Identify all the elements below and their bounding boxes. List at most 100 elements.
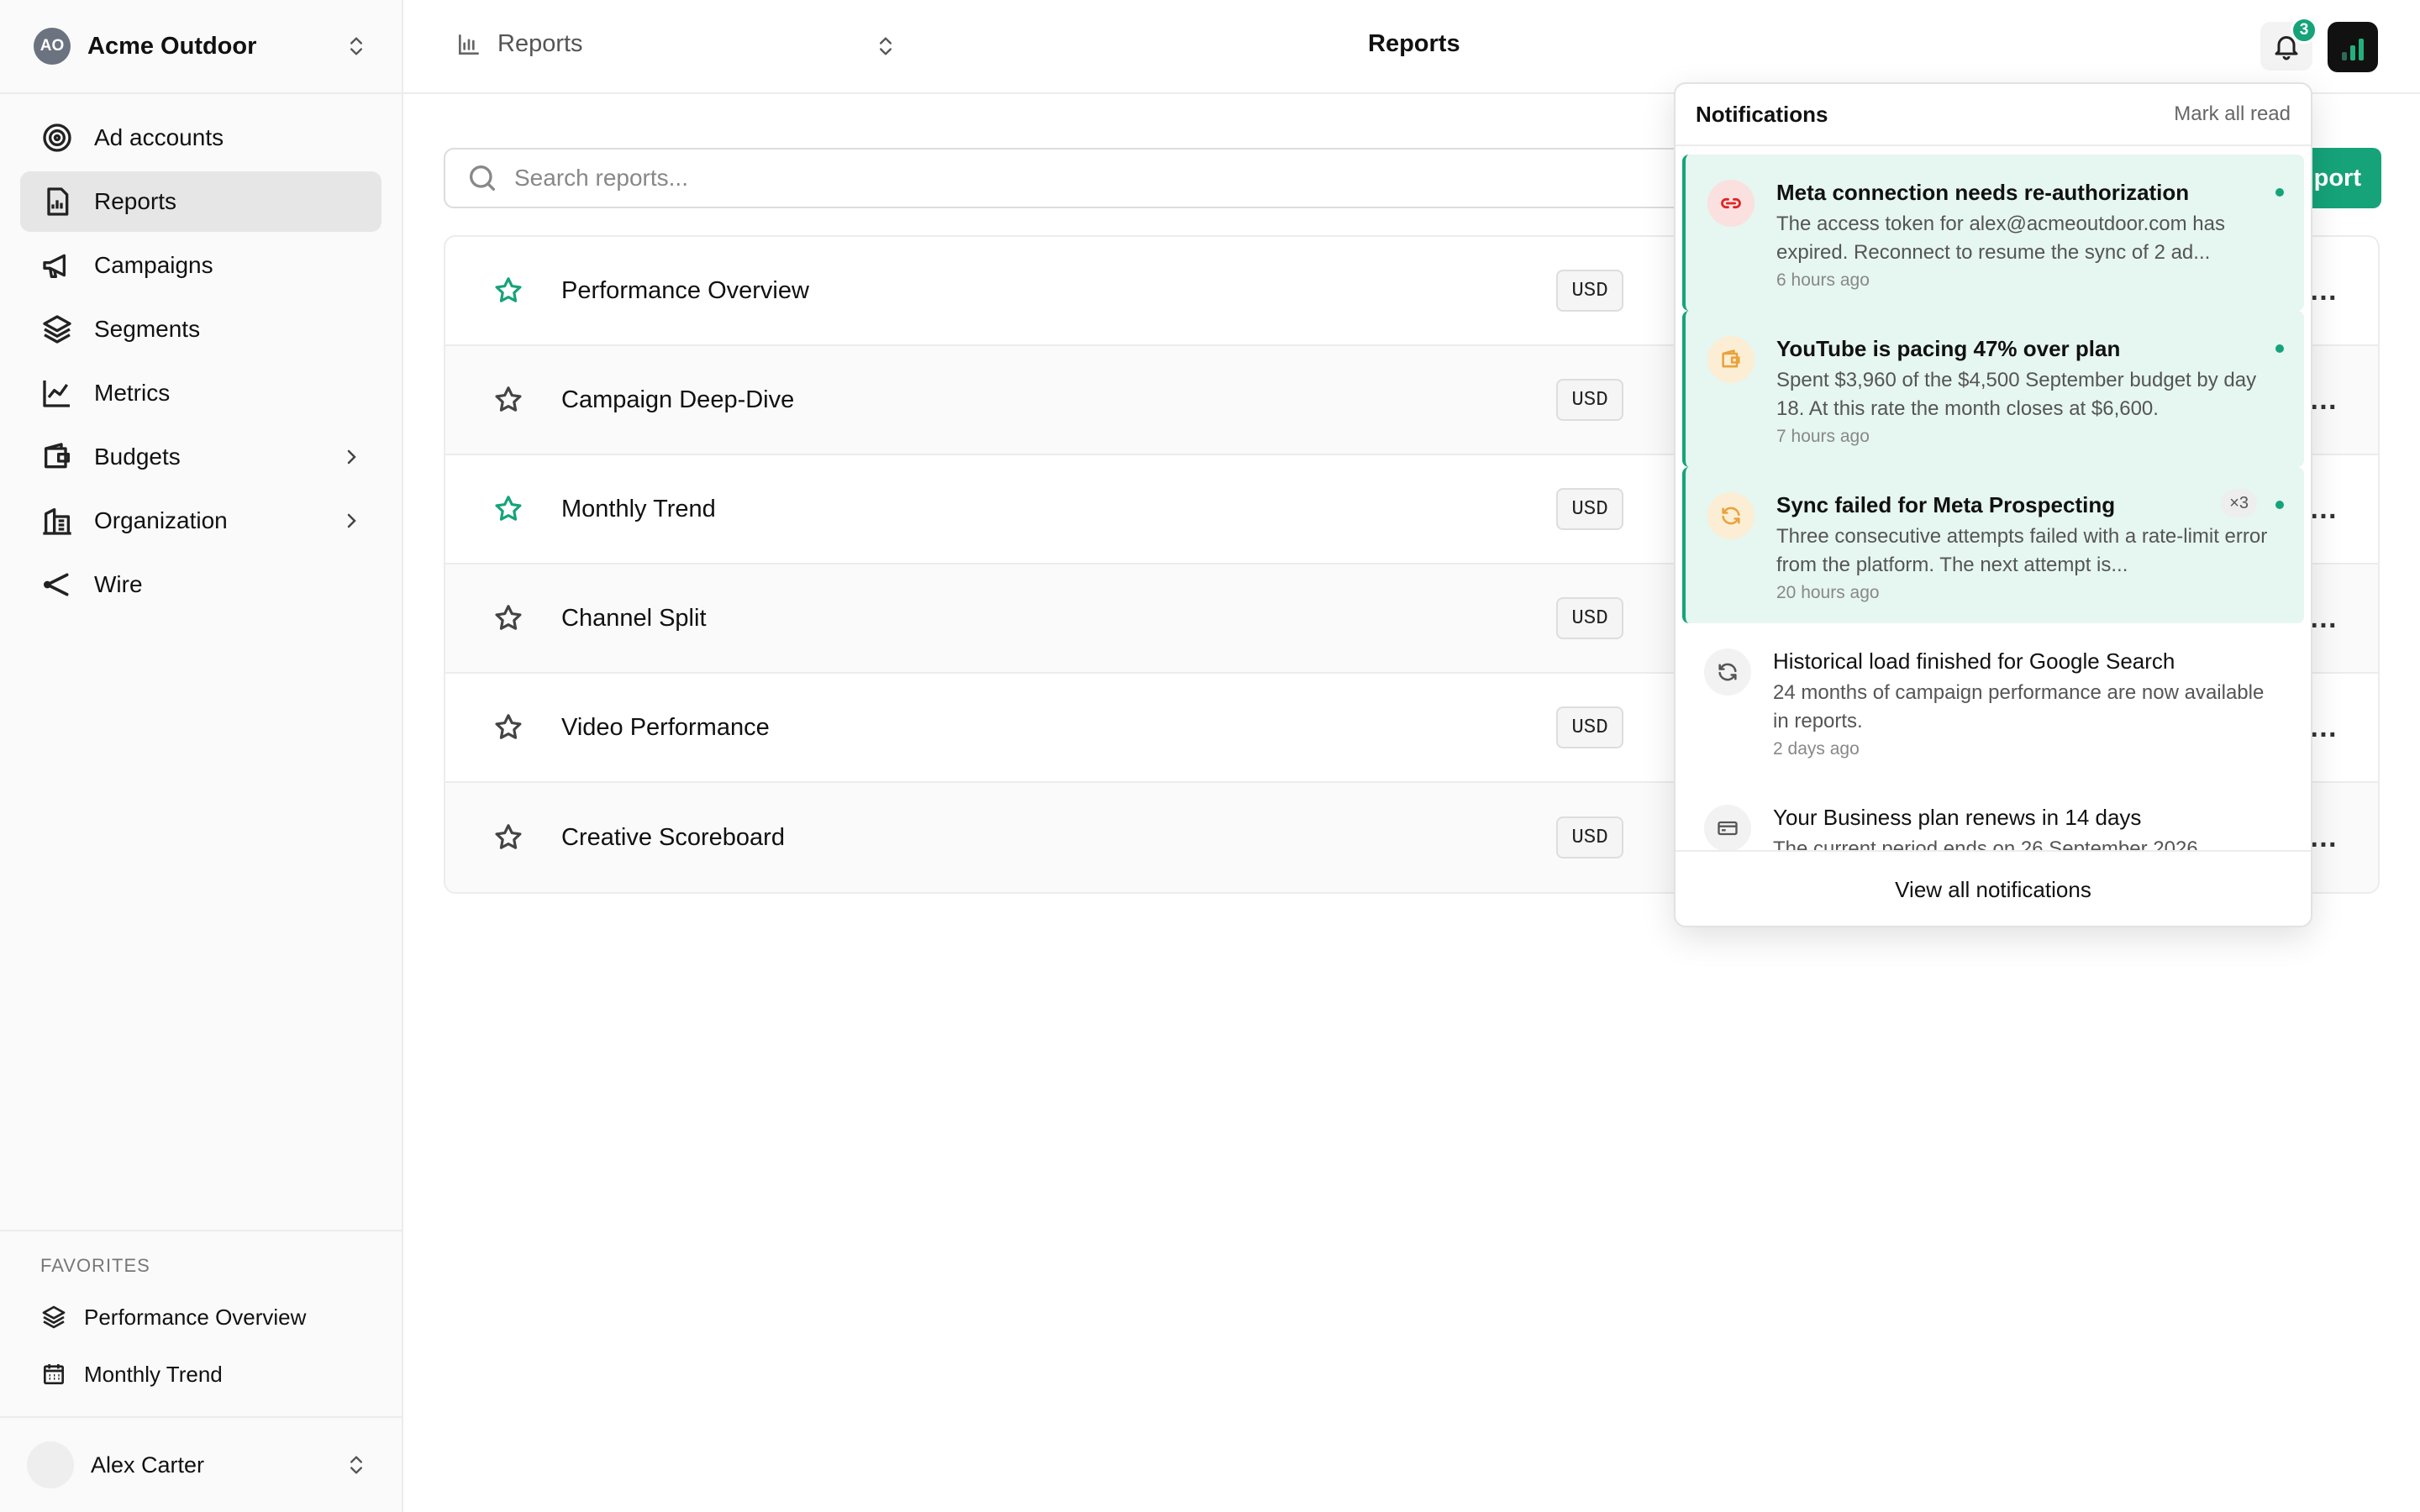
megaphone-icon (43, 254, 66, 278)
more-icon[interactable]: … (2309, 275, 2339, 307)
notification-title: Meta connection needs re-authorization (1776, 180, 2190, 205)
notification-time: 2 days ago (1773, 739, 1860, 759)
notification-body: The access token for alex@acmeoutdoor.co… (1776, 213, 2225, 264)
sidebar-item-campaigns[interactable]: Campaigns (20, 235, 381, 296)
notification-title: YouTube is pacing 47% over plan (1776, 336, 2121, 361)
notification-count-badge: 3 (2291, 17, 2317, 44)
currency-badge: USD (1556, 379, 1623, 421)
calendar-icon (44, 1364, 64, 1384)
mark-all-read-button[interactable]: Mark all read (2174, 102, 2291, 126)
notification-time: 6 hours ago (1776, 270, 1870, 290)
layers-icon (43, 315, 71, 344)
notification-item[interactable]: Your Business plan renews in 14 days The… (1682, 780, 2304, 850)
notification-item[interactable]: YouTube is pacing 47% over plan Spent $3… (1682, 311, 2304, 467)
sidebar-item-label: Reports (94, 188, 177, 214)
notifications-header: Notifications Mark all read (1676, 84, 2311, 146)
currency-badge: USD (1556, 816, 1623, 858)
view-all-notifications-button[interactable]: View all notifications (1676, 850, 2311, 926)
report-name[interactable]: Campaign Deep-Dive (561, 386, 794, 414)
notifications-title: Notifications (1696, 101, 1828, 127)
star-icon[interactable] (492, 384, 524, 416)
favorite-item-label: Monthly Trend (84, 1361, 223, 1387)
app-logo-button[interactable] (2328, 22, 2378, 72)
sidebar-item-label: Campaigns (94, 252, 213, 278)
report-name[interactable]: Monthly Trend (561, 496, 716, 523)
sidebar-item-reports[interactable]: Reports (20, 171, 381, 232)
repeat-count-badge: ×3 (2221, 489, 2257, 517)
notification-item[interactable]: Meta connection needs re-authorization T… (1682, 155, 2304, 311)
notification-body: Spent $3,960 of the $4,500 September bud… (1776, 369, 2257, 420)
sidebar-item-label: Organization (94, 507, 228, 533)
target-icon (43, 123, 71, 152)
chevron-up-down-icon[interactable] (874, 32, 897, 60)
wallet-icon (1707, 336, 1754, 383)
user-menu[interactable]: Alex Carter (0, 1416, 402, 1512)
notification-title: Your Business plan renews in 14 days (1773, 805, 2142, 830)
star-icon[interactable] (492, 711, 524, 743)
sidebar-item-organization[interactable]: Organization (20, 491, 381, 551)
more-icon[interactable]: … (2309, 822, 2339, 854)
org-avatar: AO (34, 28, 71, 65)
search-input[interactable] (514, 165, 1691, 192)
notification-time: 20 hours ago (1776, 583, 1880, 602)
sidebar-item-label: Budgets (94, 444, 181, 470)
notification-body: 24 months of campaign performance are no… (1773, 681, 2265, 732)
chevron-right-icon (347, 513, 356, 528)
share-icon (44, 573, 69, 596)
notification-title: Historical load finished for Google Sear… (1773, 648, 2175, 674)
more-icon[interactable]: … (2309, 711, 2339, 744)
favorite-item[interactable]: Monthly Trend (40, 1361, 223, 1388)
logo-bar (2350, 45, 2355, 60)
refresh-icon (1704, 648, 1751, 696)
star-icon[interactable] (492, 602, 524, 634)
notifications-panel: Notifications Mark all read Meta connect… (1674, 82, 2312, 927)
logo-bar (2359, 39, 2364, 60)
org-switcher[interactable]: AO Acme Outdoor (0, 0, 402, 94)
breadcrumb-label: Reports (497, 30, 583, 57)
more-icon[interactable]: … (2309, 493, 2339, 526)
sidebar-item-metrics[interactable]: Metrics (20, 363, 381, 423)
currency-badge: USD (1556, 597, 1623, 639)
breadcrumb[interactable]: Reports (455, 30, 583, 58)
favorite-item[interactable]: Performance Overview (40, 1304, 306, 1331)
unread-dot (2275, 344, 2284, 353)
sidebar-item-segments[interactable]: Segments (20, 299, 381, 360)
sidebar-item-ad-accounts[interactable]: Ad accounts (20, 108, 381, 168)
notification-item[interactable]: Historical load finished for Google Sear… (1682, 623, 2304, 780)
notifications-list: Meta connection needs re-authorization T… (1676, 148, 2311, 850)
layers-icon (42, 1305, 66, 1329)
sidebar-item-budgets[interactable]: Budgets (20, 427, 381, 487)
report-name[interactable]: Video Performance (561, 714, 770, 742)
notification-item[interactable]: Sync failed for Meta Prospecting Three c… (1682, 467, 2304, 623)
sidebar-item-label: Metrics (94, 380, 171, 406)
notification-time: 7 hours ago (1776, 427, 1870, 446)
favorites-title: FAVORITES (40, 1255, 150, 1276)
sidebar-nav: Ad accounts Reports Campaigns Segments M… (20, 108, 381, 618)
report-name[interactable]: Performance Overview (561, 277, 809, 305)
star-icon[interactable] (492, 822, 524, 853)
notification-body: Three consecutive attempts failed with a… (1776, 525, 2268, 576)
top-bar: Reports Reports 3 (403, 0, 2420, 94)
chevron-up-down-icon (350, 37, 362, 55)
user-name: Alex Carter (91, 1452, 205, 1478)
refresh-icon (1707, 492, 1754, 539)
unread-dot (2275, 501, 2284, 509)
more-icon[interactable]: … (2309, 384, 2339, 417)
favorite-item-label: Performance Overview (84, 1304, 307, 1330)
credit-card-icon (1704, 805, 1751, 850)
more-icon[interactable]: … (2309, 602, 2339, 635)
sidebar-item-label: Ad accounts (94, 124, 224, 150)
report-name[interactable]: Channel Split (561, 605, 707, 633)
page-title: Reports (1368, 30, 1460, 57)
logo-bar (2342, 52, 2347, 60)
line-chart-icon (43, 381, 70, 407)
star-icon[interactable] (492, 493, 524, 525)
report-icon (47, 187, 69, 216)
sidebar-item-wire[interactable]: Wire (20, 554, 381, 615)
bar-chart-icon (459, 34, 479, 55)
star-icon[interactable] (492, 275, 524, 307)
building-icon (43, 508, 71, 535)
report-name[interactable]: Creative Scoreboard (561, 824, 785, 852)
currency-badge: USD (1556, 270, 1623, 312)
notification-title: Sync failed for Meta Prospecting (1776, 492, 2116, 517)
